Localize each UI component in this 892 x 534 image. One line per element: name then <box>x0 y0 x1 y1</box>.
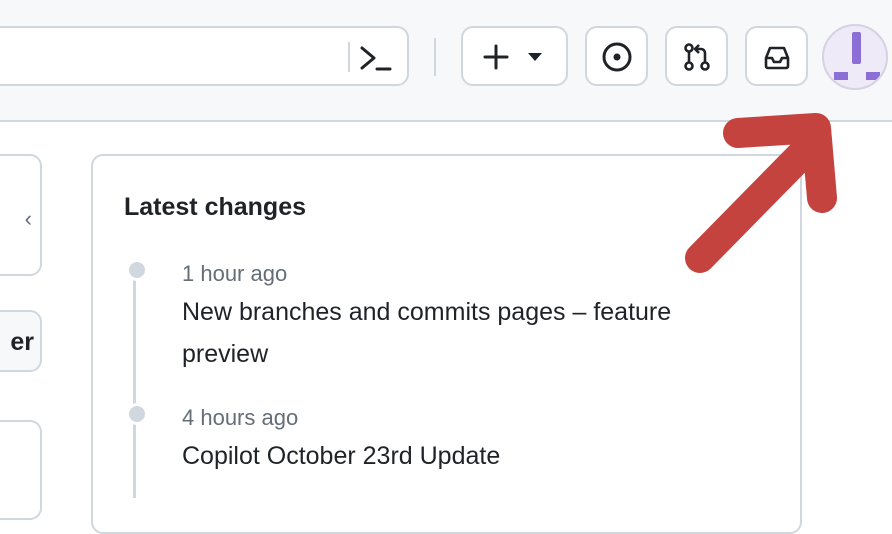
issue-opened-icon <box>602 42 632 72</box>
timeline-dot <box>126 403 148 425</box>
search-divider <box>348 42 350 72</box>
global-header <box>0 0 892 122</box>
chevron-icon: ‹ <box>24 206 32 231</box>
inbox-button[interactable] <box>745 26 808 86</box>
latest-changes-title: Latest changes <box>124 193 307 221</box>
create-new-button[interactable] <box>461 26 568 86</box>
left-panel-card: ‹ <box>0 154 42 276</box>
change-time: 1 hour ago <box>182 261 288 286</box>
change-title-link[interactable]: New branches and commits pages – feature… <box>182 291 742 375</box>
header-separator <box>434 38 436 76</box>
inbox-icon <box>764 46 790 70</box>
triangle-down-icon <box>528 53 542 61</box>
search-input[interactable] <box>0 26 409 86</box>
user-avatar[interactable] <box>822 24 888 90</box>
left-panel-button-label: er <box>10 328 34 356</box>
pull-requests-button[interactable] <box>665 26 728 86</box>
timeline-dot <box>126 259 148 281</box>
left-panel-button[interactable]: er <box>0 310 42 372</box>
plus-icon <box>483 44 509 70</box>
change-title-link[interactable]: Copilot October 23rd Update <box>182 435 742 477</box>
identicon-avatar-icon <box>834 32 880 80</box>
issues-button[interactable] <box>585 26 648 86</box>
timeline-line <box>133 270 136 498</box>
git-pull-request-icon <box>684 43 710 71</box>
change-time: 4 hours ago <box>182 405 299 430</box>
left-panel-card-lower <box>0 420 42 520</box>
command-palette-icon[interactable] <box>356 38 396 78</box>
